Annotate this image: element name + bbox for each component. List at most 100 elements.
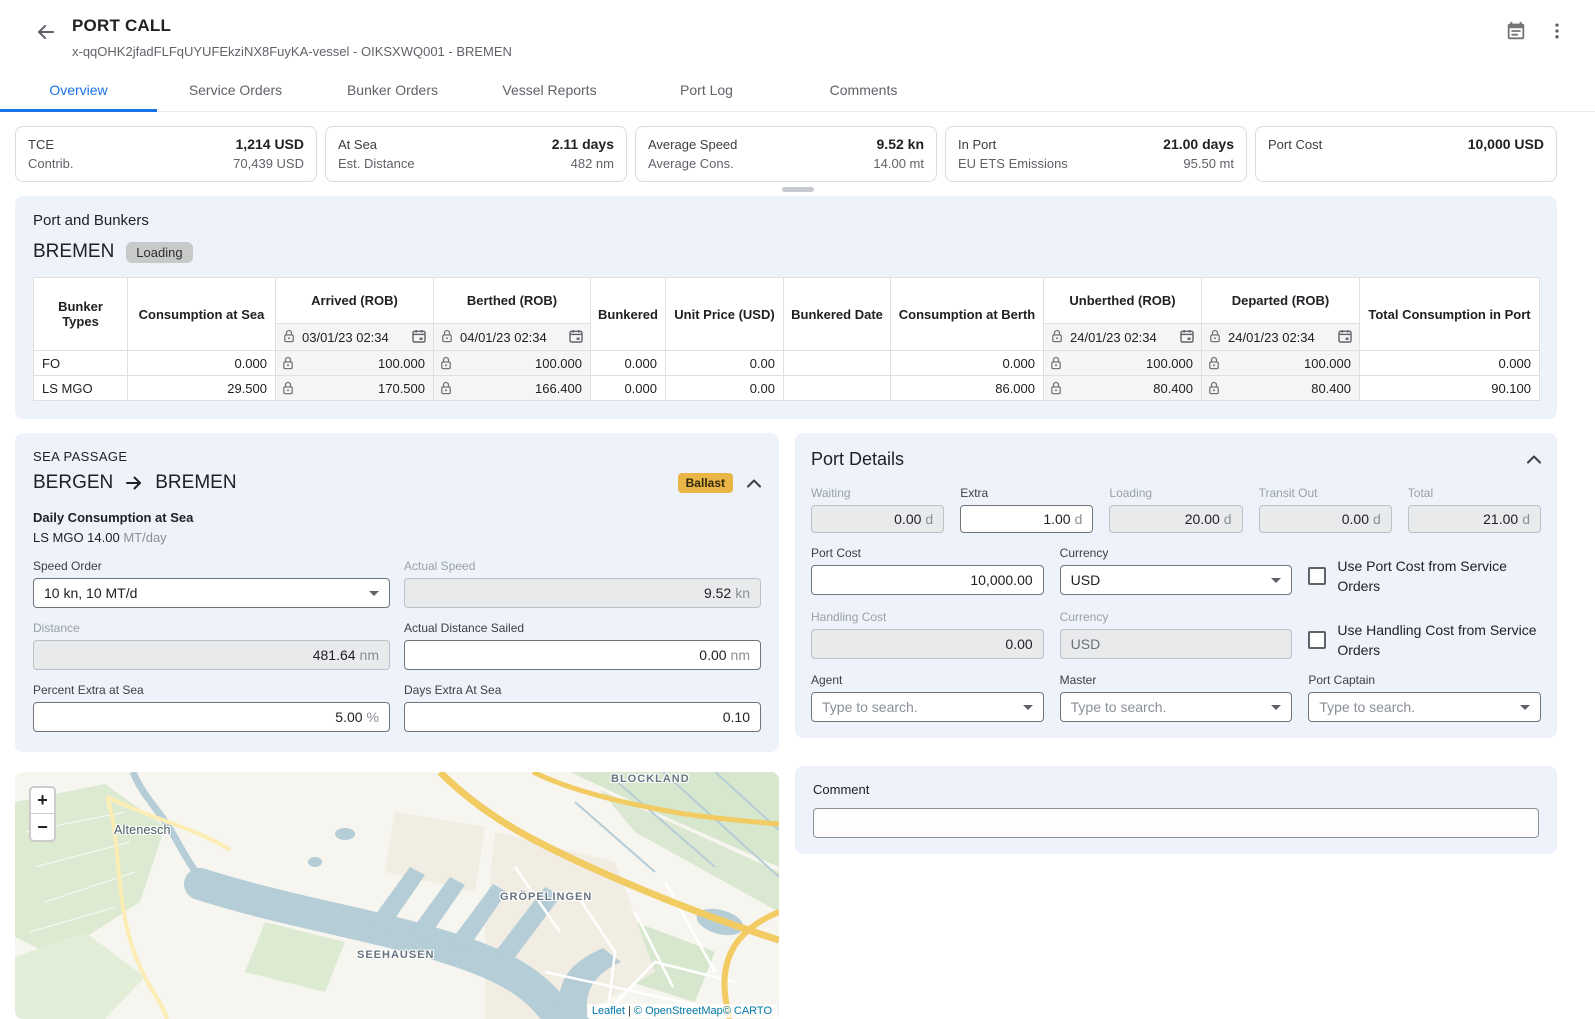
actual-distance-sailed-field: Actual Distance Sailed 0.00 nm [404,621,761,670]
collapse-sea-passage-button[interactable] [747,479,761,488]
map-label-gropelingen: GRÖPELINGEN [500,891,592,903]
unit-price-cell[interactable]: 0.00 [666,351,784,376]
days-extra-input[interactable]: 0.10 [404,702,761,732]
kpi-value: 10,000 USD [1468,135,1544,154]
actual-speed-field: Actual Speed 9.52 kn [404,559,761,608]
header-actions [1505,20,1567,45]
kpi-label: At Sea [338,135,377,154]
use-handling-cost-checkbox[interactable] [1308,631,1326,649]
route-arrow-icon [125,474,143,492]
calendar-icon [1505,20,1527,45]
arrived-rob-cell: 170.500 [298,381,425,396]
sea-passage-label: SEA PASSAGE [33,449,761,464]
lock-icon [283,329,295,346]
percent-extra-unit: % [367,709,379,725]
route-map[interactable]: BLOCKLAND Altenesch GRÖPELINGEN SEEHAUSE… [15,772,779,1019]
carto-link[interactable]: © CARTO [723,1005,772,1017]
percent-extra-input[interactable]: 5.00 % [33,702,390,732]
port-details-title: Port Details [811,449,904,470]
osm-link[interactable]: © OpenStreetMap [634,1005,723,1017]
port-and-bunkers-panel: Port and Bunkers BREMEN Loading Bunker T… [15,196,1557,419]
leaflet-link[interactable]: Leaflet [592,1005,625,1017]
back-button[interactable] [34,20,58,44]
percent-extra-value: 5.00 [335,709,362,725]
distance-field: Distance 481.64 nm [33,621,390,670]
daily-consumption-unit: MT/day [123,530,166,545]
actual-distance-sailed-input[interactable]: 0.00 nm [404,640,761,670]
collapse-drag-handle[interactable] [782,187,814,192]
col-consumption-at-sea: Consumption at Sea [128,278,276,351]
consumption-at-berth-cell: 86.000 [891,376,1044,401]
calendar-icon[interactable] [1338,329,1352,346]
port-cost-input[interactable]: 10,000.00 [811,565,1044,595]
transit-out-label: Transit Out [1259,486,1392,500]
lock-icon [1208,356,1220,370]
port-and-bunkers-title: Port and Bunkers [33,212,1539,229]
chevron-down-icon [369,591,379,596]
departed-date-picker[interactable]: 24/01/23 02:34 [1202,324,1359,350]
use-handling-cost-checkbox-row[interactable]: Use Handling Cost from Service Orders [1308,610,1541,661]
extra-value: 1.00 [1043,511,1070,527]
unberthed-rob-cell: 80.400 [1066,381,1193,396]
tab-overview[interactable]: Overview [0,71,157,111]
comment-input[interactable] [813,808,1539,838]
bunkered-date-cell[interactable] [784,351,891,376]
lock-icon [440,356,452,370]
days-extra-label: Days Extra At Sea [404,683,761,697]
use-handling-cost-label: Use Handling Cost from Service Orders [1337,620,1541,661]
comment-panel: Comment [795,766,1557,854]
use-port-cost-checkbox-row[interactable]: Use Port Cost from Service Orders [1308,546,1541,597]
distance-unit: nm [360,647,379,663]
calendar-icon[interactable] [1180,329,1194,346]
zoom-in-button[interactable]: + [31,788,54,814]
agent-field: Agent Type to search. [811,673,1044,722]
unberthed-rob-cell: 100.000 [1066,356,1193,371]
kpi-port-cost: Port Cost10,000 USD [1255,126,1557,182]
page-header: PORT CALL x-qqOHK2jfadFLFqUYUFEkziNX8Fuy… [0,0,1595,59]
agent-select[interactable]: Type to search. [811,692,1044,722]
kpi-sublabel: Average Cons. [648,154,734,173]
bunkered-date-cell[interactable] [784,376,891,401]
lock-icon [282,356,294,370]
unit-price-cell[interactable]: 0.00 [666,376,784,401]
master-select[interactable]: Type to search. [1060,692,1293,722]
tab-service-orders[interactable]: Service Orders [157,71,314,111]
page-title: PORT CALL [72,16,1505,36]
actual-speed-unit: kn [735,585,750,601]
lock-icon [1208,381,1220,395]
port-captain-select[interactable]: Type to search. [1308,692,1541,722]
unberthed-date-picker[interactable]: 24/01/23 02:34 [1044,324,1201,350]
port-details-panel: Port Details Waiting 0.00d Extra 1.00d [795,433,1557,738]
extra-input[interactable]: 1.00 d [960,505,1093,533]
more-menu-button[interactable] [1547,21,1567,44]
bunkered-cell[interactable]: 0.000 [591,351,666,376]
handling-cost-input: 0.00 [811,629,1044,659]
zoom-out-button[interactable]: − [31,814,54,840]
port-cost-currency-select[interactable]: USD [1060,565,1293,595]
calendar-icon[interactable] [569,329,583,346]
use-port-cost-checkbox[interactable] [1308,567,1326,585]
tab-bunker-orders[interactable]: Bunker Orders [314,71,471,111]
tab-port-log[interactable]: Port Log [628,71,785,111]
kpi-subvalue: 14.00 mt [873,154,924,173]
speed-order-select[interactable]: 10 kn, 10 MT/d [33,578,390,608]
berthed-rob-cell: 100.000 [456,356,582,371]
berthed-date-picker[interactable]: 04/01/23 02:34 [434,324,590,350]
tab-vessel-reports[interactable]: Vessel Reports [471,71,628,111]
collapse-port-details-button[interactable] [1527,455,1541,464]
tab-comments[interactable]: Comments [785,71,942,111]
map-zoom-control: + − [29,786,56,842]
map-attribution: Leaflet | © OpenStreetMap© CARTO [587,1004,777,1018]
chevron-down-icon [1520,705,1530,710]
calendar-button[interactable] [1505,20,1527,45]
extra-unit: d [1075,511,1083,527]
calendar-icon[interactable] [412,329,426,346]
lock-icon [1050,356,1062,370]
kpi-subvalue: 482 nm [571,154,614,173]
distance-value: 481.64 [313,647,356,663]
kpi-at-sea: At Sea2.11 days Est. Distance482 nm [325,126,627,182]
total-value: 21.00 [1483,511,1518,527]
master-placeholder: Type to search. [1071,699,1167,715]
bunkered-cell[interactable]: 0.000 [591,376,666,401]
arrived-date-picker[interactable]: 03/01/23 02:34 [276,324,433,350]
